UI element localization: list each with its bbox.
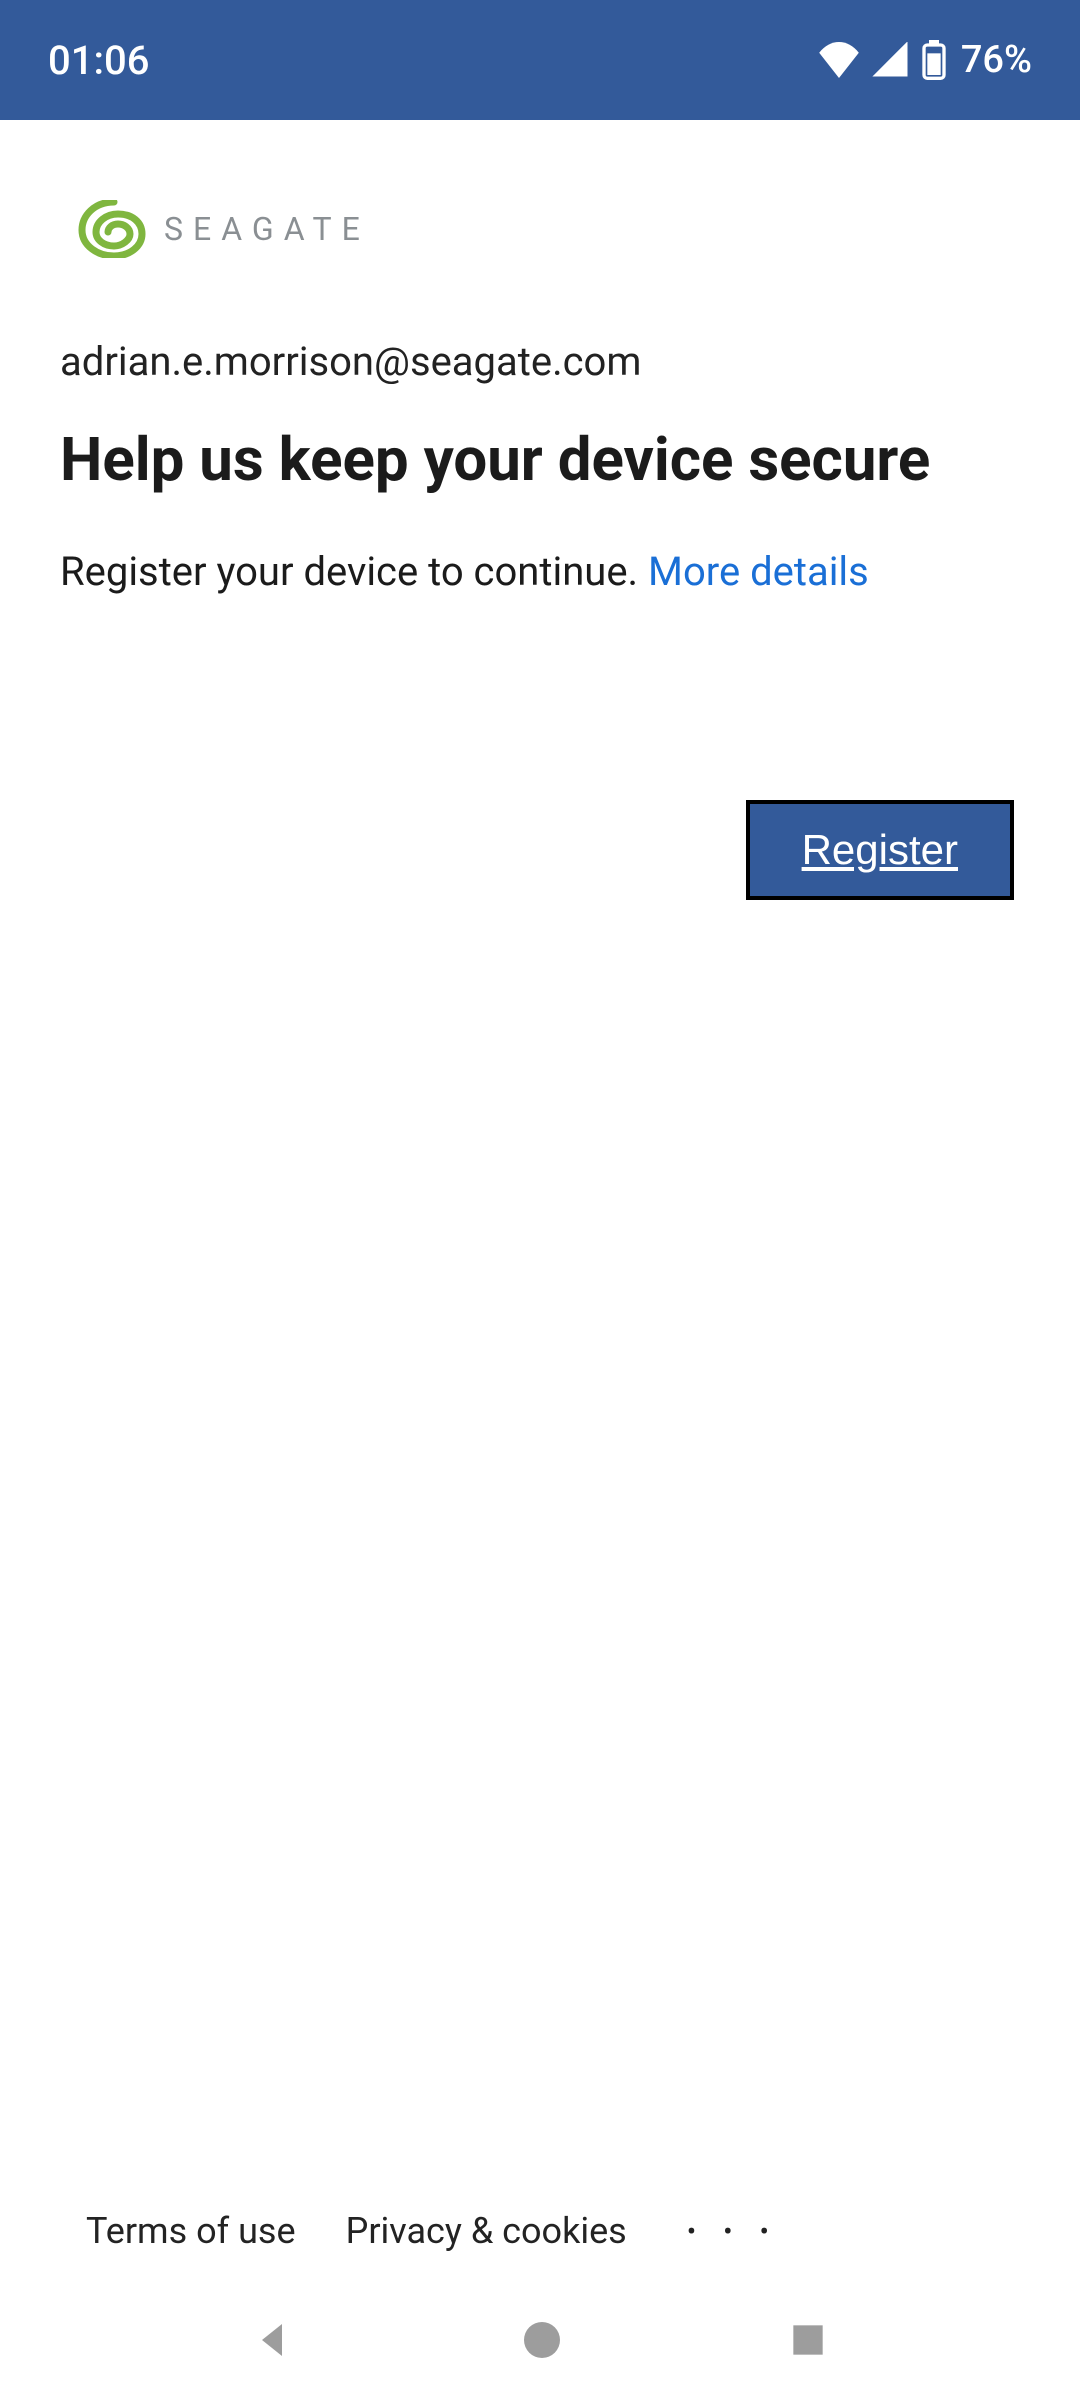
privacy-cookies-link[interactable]: Privacy & cookies	[346, 2210, 627, 2252]
status-bar: 01:06 76%	[0, 0, 1080, 120]
subtext-text: Register your device to continue.	[60, 548, 648, 595]
wifi-icon	[817, 42, 861, 78]
register-button-wrap: Register	[60, 800, 1020, 900]
battery-icon	[921, 40, 947, 80]
brand-logo: SEAGATE	[78, 200, 1020, 258]
terms-of-use-link[interactable]: Terms of use	[86, 2210, 296, 2252]
seagate-swirl-icon	[78, 200, 150, 258]
user-email: adrian.e.morrison@seagate.com	[60, 338, 1020, 385]
battery-percent: 76%	[961, 38, 1032, 82]
cell-signal-icon	[871, 42, 911, 78]
page-subtext: Register your device to continue. More d…	[60, 544, 1020, 600]
more-details-link[interactable]: More details	[648, 548, 869, 595]
more-options-button[interactable]: • • •	[677, 2215, 779, 2248]
recents-button[interactable]	[786, 2318, 830, 2362]
status-right: 76%	[817, 38, 1032, 82]
page-title: Help us keep your device secure	[60, 425, 1020, 494]
main-content: SEAGATE adrian.e.morrison@seagate.com He…	[0, 120, 1080, 900]
home-button[interactable]	[518, 2316, 566, 2364]
brand-name: SEAGATE	[164, 210, 370, 248]
status-time: 01:06	[48, 37, 149, 84]
android-nav-bar	[0, 2280, 1080, 2400]
footer-links: Terms of use Privacy & cookies • • •	[0, 2210, 1080, 2252]
register-button[interactable]: Register	[746, 800, 1014, 900]
back-button[interactable]	[250, 2316, 298, 2364]
